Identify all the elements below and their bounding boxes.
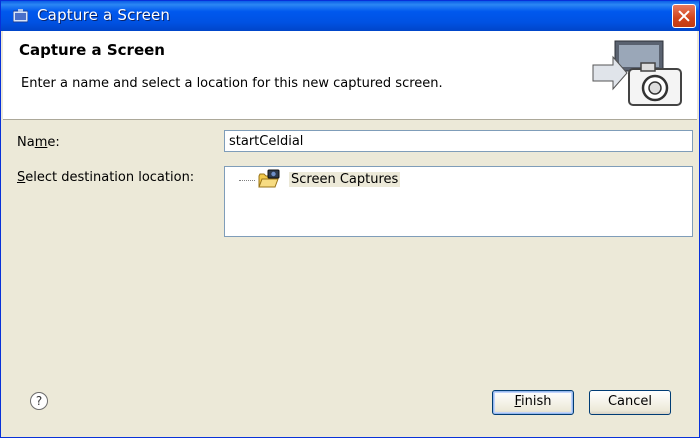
header-banner: Capture a Screen Enter a name and select… bbox=[3, 31, 697, 120]
name-label: Name: bbox=[17, 135, 60, 150]
title-bar[interactable]: Capture a Screen bbox=[1, 1, 699, 31]
destination-label: Select destination location: bbox=[17, 170, 195, 185]
tree-connector bbox=[239, 180, 255, 181]
capture-screen-dialog: Capture a Screen Capture a Screen Enter … bbox=[0, 0, 700, 438]
cancel-button[interactable]: Cancel bbox=[589, 390, 671, 415]
finish-button[interactable]: Finish bbox=[492, 390, 574, 415]
camera-capture-icon bbox=[592, 40, 682, 106]
close-icon[interactable] bbox=[672, 4, 696, 28]
name-field[interactable] bbox=[224, 130, 693, 152]
banner-title: Capture a Screen bbox=[19, 41, 165, 59]
window-title: Capture a Screen bbox=[37, 6, 171, 24]
folder-camera-icon bbox=[258, 169, 280, 188]
tree-item-screen-captures[interactable]: Screen Captures bbox=[289, 172, 401, 187]
help-icon[interactable]: ? bbox=[30, 392, 48, 410]
app-icon bbox=[13, 9, 28, 23]
destination-tree[interactable]: Screen Captures bbox=[224, 166, 693, 237]
banner-description: Enter a name and select a location for t… bbox=[21, 76, 443, 91]
